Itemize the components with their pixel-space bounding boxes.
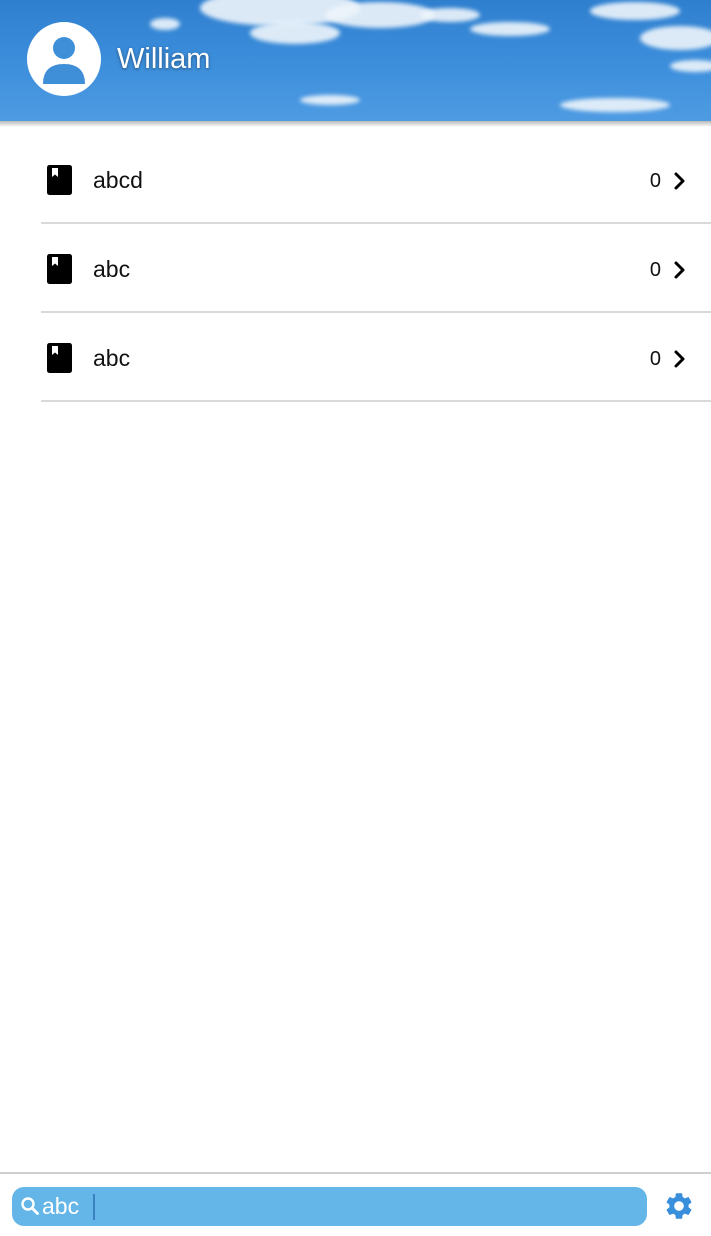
person-icon	[43, 37, 85, 84]
gear-icon[interactable]	[663, 1190, 695, 1222]
cloud	[420, 8, 480, 22]
chevron-right-icon	[674, 261, 685, 279]
book-icon	[47, 165, 72, 195]
list-item[interactable]: abcd 0	[0, 135, 711, 224]
cloud	[640, 26, 711, 50]
book-icon	[47, 343, 72, 373]
cloud	[590, 2, 680, 20]
list-item-count: 0	[649, 259, 661, 281]
cloud	[670, 60, 711, 72]
search-input[interactable]	[42, 1187, 632, 1226]
header-shadow	[0, 121, 711, 127]
chevron-right-icon	[674, 172, 685, 190]
search-bar[interactable]	[12, 1187, 647, 1226]
list-item-label: abc	[93, 345, 131, 371]
list-item-count: 0	[649, 348, 661, 370]
chevron-right-icon	[674, 350, 685, 368]
list-item-count: 0	[649, 170, 661, 192]
book-icon	[47, 254, 72, 284]
notebook-list: abcd 0 abc 0 abc 0	[0, 135, 711, 402]
list-item[interactable]: abc 0	[0, 313, 711, 402]
username: William	[117, 43, 211, 75]
bottom-toolbar	[0, 1172, 711, 1236]
cloud	[150, 18, 180, 30]
avatar[interactable]	[27, 22, 101, 96]
list-item[interactable]: abc 0	[0, 224, 711, 313]
profile-header: William	[0, 0, 711, 121]
cloud	[560, 98, 670, 112]
list-item-label: abc	[93, 256, 131, 282]
divider	[41, 400, 711, 402]
search-icon	[21, 1197, 39, 1215]
cloud	[470, 22, 550, 36]
cloud	[250, 22, 340, 44]
text-cursor	[93, 1194, 95, 1220]
cloud	[325, 2, 435, 28]
cloud	[300, 95, 360, 105]
list-item-label: abcd	[93, 167, 143, 193]
